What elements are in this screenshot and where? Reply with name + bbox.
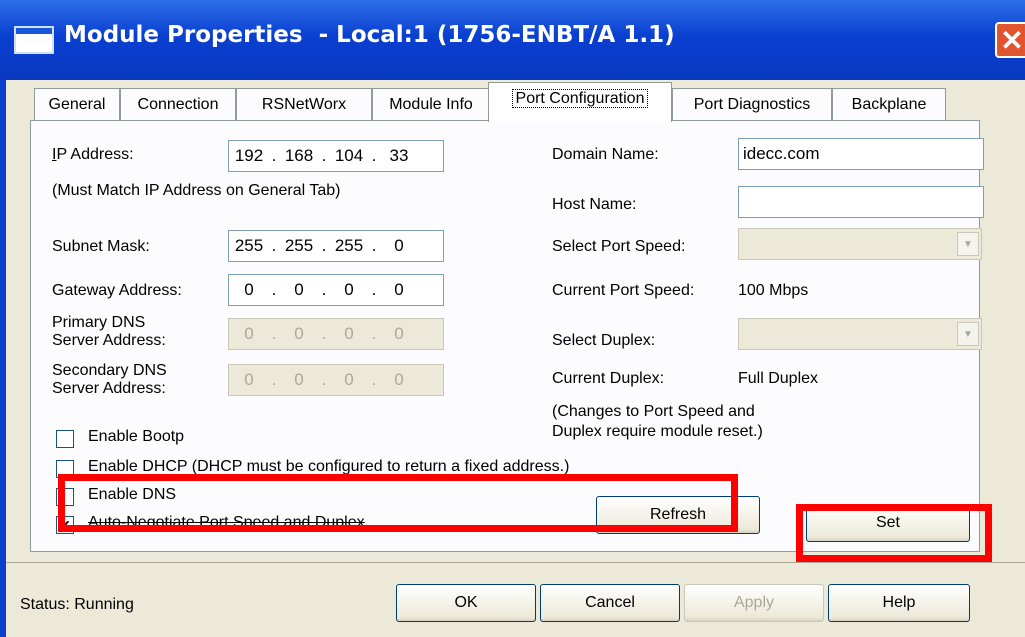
- window-title: Module Properties - Local:1 (1756-ENBT/A…: [64, 22, 675, 48]
- tab-label: RSNetWorx: [261, 96, 347, 113]
- host-name-label: Host Name:: [552, 196, 637, 213]
- ip-octet-2[interactable]: 168: [279, 146, 319, 166]
- highlight-box-enable-dns: [58, 474, 738, 532]
- current-duplex-value: Full Duplex: [738, 370, 819, 387]
- subnet-mask-field[interactable]: 255. 255. 255. 0: [228, 230, 444, 262]
- octet-separator: .: [371, 280, 377, 299]
- octet-separator: .: [371, 236, 377, 255]
- ip-address-note: (Must Match IP Address on General Tab): [52, 182, 341, 199]
- current-port-speed-value: 100 Mbps: [738, 282, 809, 299]
- octet-separator: .: [321, 324, 327, 343]
- secondary-dns-label: Secondary DNS Server Address:: [52, 362, 167, 397]
- window-frame: [0, 80, 6, 637]
- subnet-octet-2[interactable]: 255: [279, 236, 319, 256]
- tab-rsnetworx[interactable]: RSNetWorx: [236, 88, 372, 120]
- tab-label: General: [48, 96, 106, 113]
- select-duplex-label: Select Duplex:: [552, 332, 656, 349]
- help-button[interactable]: Help: [828, 584, 970, 622]
- primary-dns-octet-2: 0: [294, 324, 304, 343]
- select-port-speed-label: Select Port Speed:: [552, 238, 686, 255]
- apply-button: Apply: [684, 584, 824, 622]
- primary-dns-field: 0. 0. 0. 0: [228, 318, 444, 350]
- gateway-octet-4[interactable]: 0: [379, 280, 419, 300]
- tab-backplane[interactable]: Backplane: [832, 88, 946, 120]
- tab-module-info[interactable]: Module Info: [372, 88, 490, 120]
- octet-separator: .: [321, 370, 327, 389]
- primary-dns-octet-4: 0: [394, 324, 404, 343]
- octet-separator: .: [271, 280, 277, 299]
- ip-octet-1[interactable]: 192: [229, 146, 269, 166]
- tab-label: Port Configuration: [511, 89, 649, 108]
- window-icon: [14, 26, 54, 54]
- bottom-separator: [6, 562, 1025, 563]
- primary-dns-octet-3: 0: [344, 324, 354, 343]
- port-speed-select: ▼: [738, 228, 982, 260]
- enable-bootp-checkbox[interactable]: [56, 430, 74, 448]
- secondary-dns-octet-3: 0: [344, 370, 354, 389]
- tab-general[interactable]: General: [34, 88, 120, 120]
- gateway-octet-2[interactable]: 0: [279, 280, 319, 300]
- secondary-dns-field: 0. 0. 0. 0: [228, 364, 444, 396]
- status-text: Status: Running: [20, 596, 134, 613]
- octet-separator: .: [271, 236, 277, 255]
- octet-separator: .: [321, 146, 327, 165]
- secondary-dns-octet-1: 0: [244, 370, 254, 389]
- ip-address-label: IP Address:: [52, 146, 134, 163]
- chevron-down-icon: ▼: [957, 322, 979, 346]
- reset-note: (Changes to Port Speed and Duplex require…: [552, 403, 763, 440]
- tab-label: Backplane: [851, 96, 927, 113]
- ip-octet-3[interactable]: 104: [329, 146, 369, 166]
- primary-dns-octet-1: 0: [244, 324, 254, 343]
- octet-separator: .: [271, 146, 277, 165]
- tab-port-configuration[interactable]: Port Configuration: [488, 82, 672, 122]
- octet-separator: .: [271, 370, 277, 389]
- domain-name-input[interactable]: idecc.com: [738, 138, 984, 170]
- octet-separator: .: [321, 280, 327, 299]
- tab-label: Connection: [137, 96, 219, 113]
- current-port-speed-label: Current Port Speed:: [552, 282, 695, 299]
- gateway-octet-3[interactable]: 0: [329, 280, 369, 300]
- tab-port-diagnostics[interactable]: Port Diagnostics: [672, 88, 832, 120]
- secondary-dns-octet-2: 0: [294, 370, 304, 389]
- domain-name-label: Domain Name:: [552, 146, 659, 163]
- tab-label: Port Diagnostics: [693, 96, 811, 113]
- current-duplex-label: Current Duplex:: [552, 370, 665, 387]
- subnet-octet-4[interactable]: 0: [379, 236, 419, 256]
- gateway-octet-1[interactable]: 0: [229, 280, 269, 300]
- subnet-octet-3[interactable]: 255: [329, 236, 369, 256]
- secondary-dns-octet-4: 0: [394, 370, 404, 389]
- tab-connection[interactable]: Connection: [120, 88, 236, 120]
- octet-separator: .: [371, 370, 377, 389]
- subnet-mask-label: Subnet Mask:: [52, 238, 150, 255]
- close-button[interactable]: ✕: [995, 22, 1025, 58]
- octet-separator: .: [371, 146, 377, 165]
- octet-separator: .: [371, 324, 377, 343]
- tab-label: Module Info: [389, 96, 473, 113]
- primary-dns-label: Primary DNS Server Address:: [52, 314, 166, 349]
- ip-address-field[interactable]: 192. 168. 104. 33: [228, 140, 444, 172]
- gateway-address-field[interactable]: 0. 0. 0. 0: [228, 274, 444, 306]
- gateway-address-label: Gateway Address:: [52, 282, 182, 299]
- octet-separator: .: [321, 236, 327, 255]
- ok-button[interactable]: OK: [396, 584, 536, 622]
- chevron-down-icon: ▼: [957, 232, 979, 256]
- highlight-box-set: [796, 504, 992, 562]
- duplex-select: ▼: [738, 318, 982, 350]
- ip-octet-4[interactable]: 33: [379, 146, 419, 166]
- host-name-input[interactable]: [738, 186, 984, 218]
- octet-separator: .: [271, 324, 277, 343]
- cancel-button[interactable]: Cancel: [540, 584, 680, 622]
- subnet-octet-1[interactable]: 255: [229, 236, 269, 256]
- enable-bootp-label: Enable Bootp: [88, 428, 185, 445]
